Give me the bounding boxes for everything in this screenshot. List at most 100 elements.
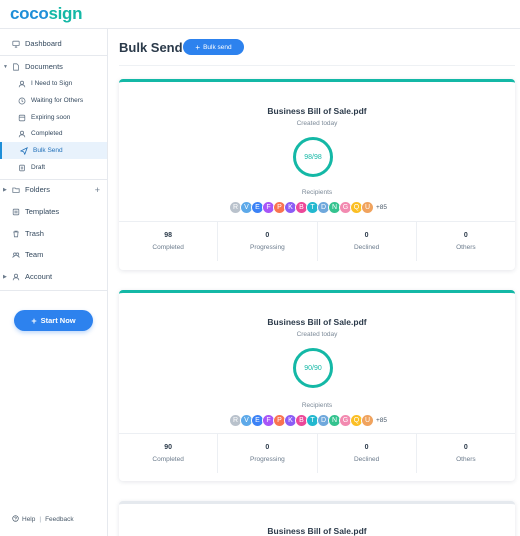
document-title[interactable]: Business Bill of Sale.pdf xyxy=(119,106,515,116)
logo-part-coco: coco xyxy=(10,4,49,23)
sidebar-item-label: Completed xyxy=(31,130,63,137)
sidebar-item-label: Documents xyxy=(25,62,63,71)
stats-row: 90 Completed 0 Progressing 0 Declined 0 Othe… xyxy=(119,433,515,473)
stat-label: Progressing xyxy=(250,244,285,251)
stats-row: 98 Completed 0 Progressing 0 Declined 0 Othe… xyxy=(119,221,515,261)
bulk-send-card[interactable]: Business Bill of Sale.pdf Created today … xyxy=(119,79,515,270)
recipient-avatar[interactable]: U xyxy=(361,413,374,427)
created-date: Created today xyxy=(296,331,338,338)
separator: | xyxy=(39,516,42,523)
recipients-label: Recipients xyxy=(301,402,333,409)
draft-icon xyxy=(17,163,26,172)
help-link[interactable]: Help xyxy=(22,516,35,523)
bulk-send-label: Bulk send xyxy=(203,43,232,51)
progress-text: 90/90 xyxy=(304,364,322,372)
recipient-avatars[interactable]: R V E F P K B T D N G Q U +85 xyxy=(229,413,387,427)
progress-text: 98/98 xyxy=(304,153,322,161)
sidebar-item-label: Draft xyxy=(31,164,46,171)
sidebar-divider xyxy=(0,179,107,180)
stat-label: Others xyxy=(456,456,476,463)
progress-ring: 90/90 xyxy=(293,348,333,388)
add-folder-icon[interactable]: + xyxy=(95,185,100,195)
recipients-label: Recipients xyxy=(301,189,333,196)
caret-right-icon[interactable]: ▶ xyxy=(3,187,7,193)
sidebar-item-label: Account xyxy=(25,272,53,281)
document-title[interactable]: Business Bill of Sale.pdf xyxy=(119,317,515,327)
sidebar-item-templates[interactable]: Templates xyxy=(0,203,107,220)
logo-part-sign: sign xyxy=(48,4,83,23)
sidebar-item-need-to-sign[interactable]: I Need to Sign xyxy=(0,75,107,92)
stat-value: 0 xyxy=(364,232,369,239)
plus-icon: + xyxy=(195,42,201,52)
stat-declined[interactable]: 0 Declined xyxy=(318,434,417,473)
stat-value: 0 xyxy=(463,444,468,451)
stat-progressing[interactable]: 0 Progressing xyxy=(218,222,318,261)
help-icon xyxy=(12,515,19,524)
stat-progressing[interactable]: 0 Progressing xyxy=(218,434,318,473)
stat-completed[interactable]: 98 Completed xyxy=(119,222,219,261)
bulk-send-card[interactable]: Business Bill of Sale.pdf Created today … xyxy=(119,290,515,481)
created-date: Created today xyxy=(296,120,338,127)
sidebar-item-label: Dashboard xyxy=(25,39,62,48)
stat-value: 98 xyxy=(164,232,173,239)
folder-icon xyxy=(11,185,20,194)
caret-right-icon[interactable]: ▶ xyxy=(3,274,7,280)
sidebar-item-bulk-send[interactable]: Bulk Send xyxy=(0,142,107,159)
plus-icon: + xyxy=(31,315,37,326)
stat-label: Others xyxy=(456,244,476,251)
stat-value: 0 xyxy=(265,444,270,451)
stat-label: Declined xyxy=(353,244,380,251)
start-now-button[interactable]: + Start Now xyxy=(14,310,93,331)
sidebar-divider xyxy=(0,55,107,56)
sidebar-item-label: Trash xyxy=(25,229,44,238)
recipient-avatars[interactable]: R V E F P K B T D N G Q U +85 xyxy=(229,200,387,214)
document-icon xyxy=(11,62,20,71)
sidebar-item-label: Bulk Send xyxy=(33,147,63,154)
sidebar-item-documents[interactable]: ▼ Documents xyxy=(0,58,107,75)
trash-icon xyxy=(11,229,20,238)
team-icon xyxy=(11,250,20,259)
sidebar-item-account[interactable]: ▶ Account xyxy=(0,268,107,285)
cocosign-logo[interactable]: cocosign xyxy=(10,4,83,24)
sidebar: Dashboard ▼ Documents I Need to Sign Wai… xyxy=(0,29,108,536)
clock-icon xyxy=(17,96,26,105)
progress-ring: 98/98 xyxy=(293,137,333,177)
document-title[interactable]: Business Bill of Sale.pdf xyxy=(119,526,515,536)
stat-others[interactable]: 0 Others xyxy=(417,222,515,261)
sidebar-item-draft[interactable]: Draft xyxy=(0,159,107,176)
stat-label: Progressing xyxy=(250,456,285,463)
help-feedback-bar: Help | Feedback xyxy=(9,515,74,524)
bulk-send-button[interactable]: + Bulk send xyxy=(183,39,244,55)
recipient-avatar[interactable]: U xyxy=(361,200,374,214)
send-icon xyxy=(19,146,28,155)
stat-value: 0 xyxy=(463,232,468,239)
stat-value: 90 xyxy=(164,444,173,451)
stat-completed[interactable]: 90 Completed xyxy=(119,434,219,473)
main-content: Bulk Send + Bulk send Business Bill of S… xyxy=(108,29,520,536)
sidebar-item-trash[interactable]: Trash xyxy=(0,225,107,242)
stat-value: 0 xyxy=(265,232,270,239)
sidebar-item-dashboard[interactable]: Dashboard xyxy=(0,35,107,52)
monitor-icon xyxy=(11,39,20,48)
stat-others[interactable]: 0 Others xyxy=(417,434,515,473)
user-icon xyxy=(17,79,26,88)
bulk-send-card[interactable]: Business Bill of Sale.pdf xyxy=(119,501,515,536)
feedback-link[interactable]: Feedback xyxy=(45,516,74,523)
sidebar-item-waiting[interactable]: Waiting for Others xyxy=(0,92,107,109)
stat-declined[interactable]: 0 Declined xyxy=(318,222,417,261)
stat-label: Completed xyxy=(152,244,184,251)
sidebar-item-label: Expiring soon xyxy=(31,114,71,121)
sidebar-item-folders[interactable]: ▶ Folders + xyxy=(0,181,107,198)
sidebar-item-completed[interactable]: Completed xyxy=(0,125,107,142)
more-recipients-count[interactable]: +85 xyxy=(376,204,387,211)
account-icon xyxy=(11,272,20,281)
page-title: Bulk Send xyxy=(119,40,183,55)
caret-down-icon[interactable]: ▼ xyxy=(3,64,8,70)
sidebar-divider xyxy=(0,290,107,291)
sidebar-item-label: I Need to Sign xyxy=(31,80,73,87)
sidebar-item-expiring[interactable]: Expiring soon xyxy=(0,109,107,126)
more-recipients-count[interactable]: +85 xyxy=(376,417,387,424)
sidebar-item-label: Templates xyxy=(25,207,60,216)
sidebar-item-team[interactable]: Team xyxy=(0,246,107,263)
stat-value: 0 xyxy=(364,444,369,451)
